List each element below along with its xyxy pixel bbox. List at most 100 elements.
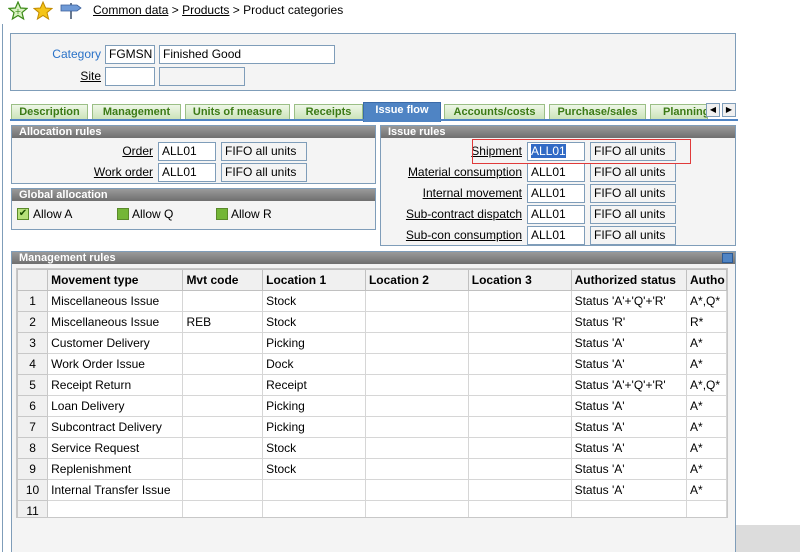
- tab-purchase-sales[interactable]: Purchase/sales: [549, 104, 646, 120]
- cell-location-1[interactable]: Receipt: [262, 374, 366, 396]
- cell-movement-type[interactable]: Service Request: [47, 437, 184, 459]
- internal-movement-code-field[interactable]: ALL01: [527, 184, 585, 203]
- cell-location-1[interactable]: Stock: [262, 437, 366, 459]
- cell-movement-type[interactable]: Receipt Return: [47, 374, 184, 396]
- cell-location-1[interactable]: [262, 479, 366, 501]
- star-add-icon[interactable]: +: [7, 0, 29, 21]
- material-consumption-code-field[interactable]: ALL01: [527, 163, 585, 182]
- tab-scroll-left-icon[interactable]: ◀: [706, 103, 720, 117]
- column-header-movement-type[interactable]: Movement type: [47, 269, 184, 291]
- cell-location-2[interactable]: [364, 479, 469, 501]
- cell-location-2[interactable]: [364, 353, 469, 375]
- cell-location-3[interactable]: [467, 500, 572, 517]
- column-header-location-2[interactable]: Location 2: [364, 269, 469, 291]
- cell-authorized-status[interactable]: Status 'A': [570, 416, 688, 438]
- table-row[interactable]: 6 Loan Delivery Picking Status 'A' A*: [17, 395, 727, 417]
- allow-r-checkbox[interactable]: [216, 208, 228, 220]
- category-code-field[interactable]: FGMSN: [105, 45, 155, 64]
- category-description-field[interactable]: Finished Good: [159, 45, 335, 64]
- cell-autho[interactable]: A*: [686, 479, 727, 501]
- cell-mvt-code[interactable]: [182, 437, 264, 459]
- cell-location-2[interactable]: [364, 500, 469, 517]
- cell-autho[interactable]: A*: [686, 332, 727, 354]
- table-row[interactable]: 2 Miscellaneous Issue REB Stock Status 'R' R*: [17, 311, 727, 333]
- scrollbar-corner[interactable]: [736, 525, 800, 552]
- cell-mvt-code[interactable]: [182, 500, 264, 517]
- tab-units-of-measure[interactable]: Units of measure: [185, 104, 290, 120]
- cell-authorized-status[interactable]: Status 'A': [570, 332, 688, 354]
- work-order-code-field[interactable]: ALL01: [158, 163, 216, 182]
- site-code-field[interactable]: [105, 67, 155, 86]
- sub-con-consumption-code-field[interactable]: ALL01: [527, 226, 585, 245]
- work-order-label[interactable]: Work order: [94, 165, 153, 179]
- order-label[interactable]: Order: [122, 144, 153, 158]
- cell-location-3[interactable]: [467, 437, 572, 459]
- table-row[interactable]: 7 Subcontract Delivery Picking Status 'A' A*: [17, 416, 727, 438]
- cell-location-3[interactable]: [467, 395, 572, 417]
- cell-mvt-code[interactable]: [182, 416, 264, 438]
- cell-location-2[interactable]: [364, 332, 469, 354]
- signpost-icon[interactable]: [59, 1, 83, 21]
- column-header-autho[interactable]: Autho: [686, 269, 727, 291]
- cell-location-2[interactable]: [364, 458, 469, 480]
- cell-authorized-status[interactable]: Status 'A': [570, 395, 688, 417]
- cell-location-2[interactable]: [364, 395, 469, 417]
- favorite-star-icon[interactable]: [32, 0, 54, 21]
- cell-autho[interactable]: R*: [686, 311, 727, 333]
- cell-mvt-code[interactable]: [182, 374, 264, 396]
- breadcrumb-common-data[interactable]: Common data: [93, 3, 168, 17]
- order-code-field[interactable]: ALL01: [158, 142, 216, 161]
- cell-location-1[interactable]: Dock: [262, 353, 366, 375]
- cell-mvt-code[interactable]: [182, 290, 264, 312]
- cell-authorized-status[interactable]: Status 'A': [570, 437, 688, 459]
- table-row[interactable]: 4 Work Order Issue Dock Status 'A' A*: [17, 353, 727, 375]
- cell-location-3[interactable]: [467, 458, 572, 480]
- cell-authorized-status[interactable]: Status 'A': [570, 458, 688, 480]
- breadcrumb-products[interactable]: Products: [182, 3, 229, 17]
- cell-autho[interactable]: A*: [686, 395, 727, 417]
- cell-autho[interactable]: A*: [686, 416, 727, 438]
- tab-scroll-right-icon[interactable]: ▶: [722, 103, 736, 117]
- cell-location-2[interactable]: [364, 416, 469, 438]
- table-row[interactable]: 10 Internal Transfer Issue Status 'A' A*: [17, 479, 727, 501]
- cell-mvt-code[interactable]: [182, 395, 264, 417]
- cell-authorized-status[interactable]: Status 'A'+'Q'+'R': [570, 290, 688, 312]
- cell-movement-type[interactable]: Customer Delivery: [47, 332, 184, 354]
- cell-movement-type[interactable]: [47, 500, 184, 517]
- cell-autho[interactable]: A*: [686, 437, 727, 459]
- cell-authorized-status[interactable]: Status 'R': [570, 311, 688, 333]
- cell-autho[interactable]: A*,Q*: [686, 290, 727, 312]
- table-row[interactable]: 3 Customer Delivery Picking Status 'A' A*: [17, 332, 727, 354]
- cell-location-1[interactable]: Picking: [262, 416, 366, 438]
- cell-movement-type[interactable]: Work Order Issue: [47, 353, 184, 375]
- column-header-authorized-status[interactable]: Authorized status: [570, 269, 688, 291]
- internal-movement-label[interactable]: Internal movement: [423, 186, 522, 200]
- cell-location-3[interactable]: [467, 479, 572, 501]
- expand-grid-icon[interactable]: [722, 253, 733, 263]
- cell-movement-type[interactable]: Miscellaneous Issue: [47, 290, 184, 312]
- cell-location-3[interactable]: [467, 290, 572, 312]
- cell-mvt-code[interactable]: [182, 332, 264, 354]
- cell-location-2[interactable]: [364, 290, 469, 312]
- cell-movement-type[interactable]: Internal Transfer Issue: [47, 479, 184, 501]
- cell-authorized-status[interactable]: Status 'A'+'Q'+'R': [570, 374, 688, 396]
- sub-contract-dispatch-label[interactable]: Sub-contract dispatch: [406, 207, 522, 221]
- tab-receipts[interactable]: Receipts: [294, 104, 363, 120]
- table-row[interactable]: 11: [17, 500, 727, 517]
- material-consumption-label[interactable]: Material consumption: [408, 165, 522, 179]
- cell-autho[interactable]: A*,Q*: [686, 374, 727, 396]
- cell-movement-type[interactable]: Miscellaneous Issue: [47, 311, 184, 333]
- cell-authorized-status[interactable]: Status 'A': [570, 353, 688, 375]
- table-row[interactable]: 8 Service Request Stock Status 'A' A*: [17, 437, 727, 459]
- tab-planning[interactable]: Planning: [650, 104, 708, 120]
- cell-location-1[interactable]: Picking: [262, 332, 366, 354]
- cell-location-1[interactable]: [262, 500, 366, 517]
- cell-location-2[interactable]: [364, 437, 469, 459]
- sub-con-consumption-label[interactable]: Sub-con consumption: [406, 228, 522, 242]
- column-header-location-3[interactable]: Location 3: [467, 269, 572, 291]
- cell-authorized-status[interactable]: Status 'A': [570, 479, 688, 501]
- allow-a-checkbox[interactable]: ✔: [17, 208, 29, 220]
- cell-location-2[interactable]: [364, 311, 469, 333]
- tab-accounts-costs[interactable]: Accounts/costs: [444, 104, 545, 120]
- cell-authorized-status[interactable]: [570, 500, 688, 517]
